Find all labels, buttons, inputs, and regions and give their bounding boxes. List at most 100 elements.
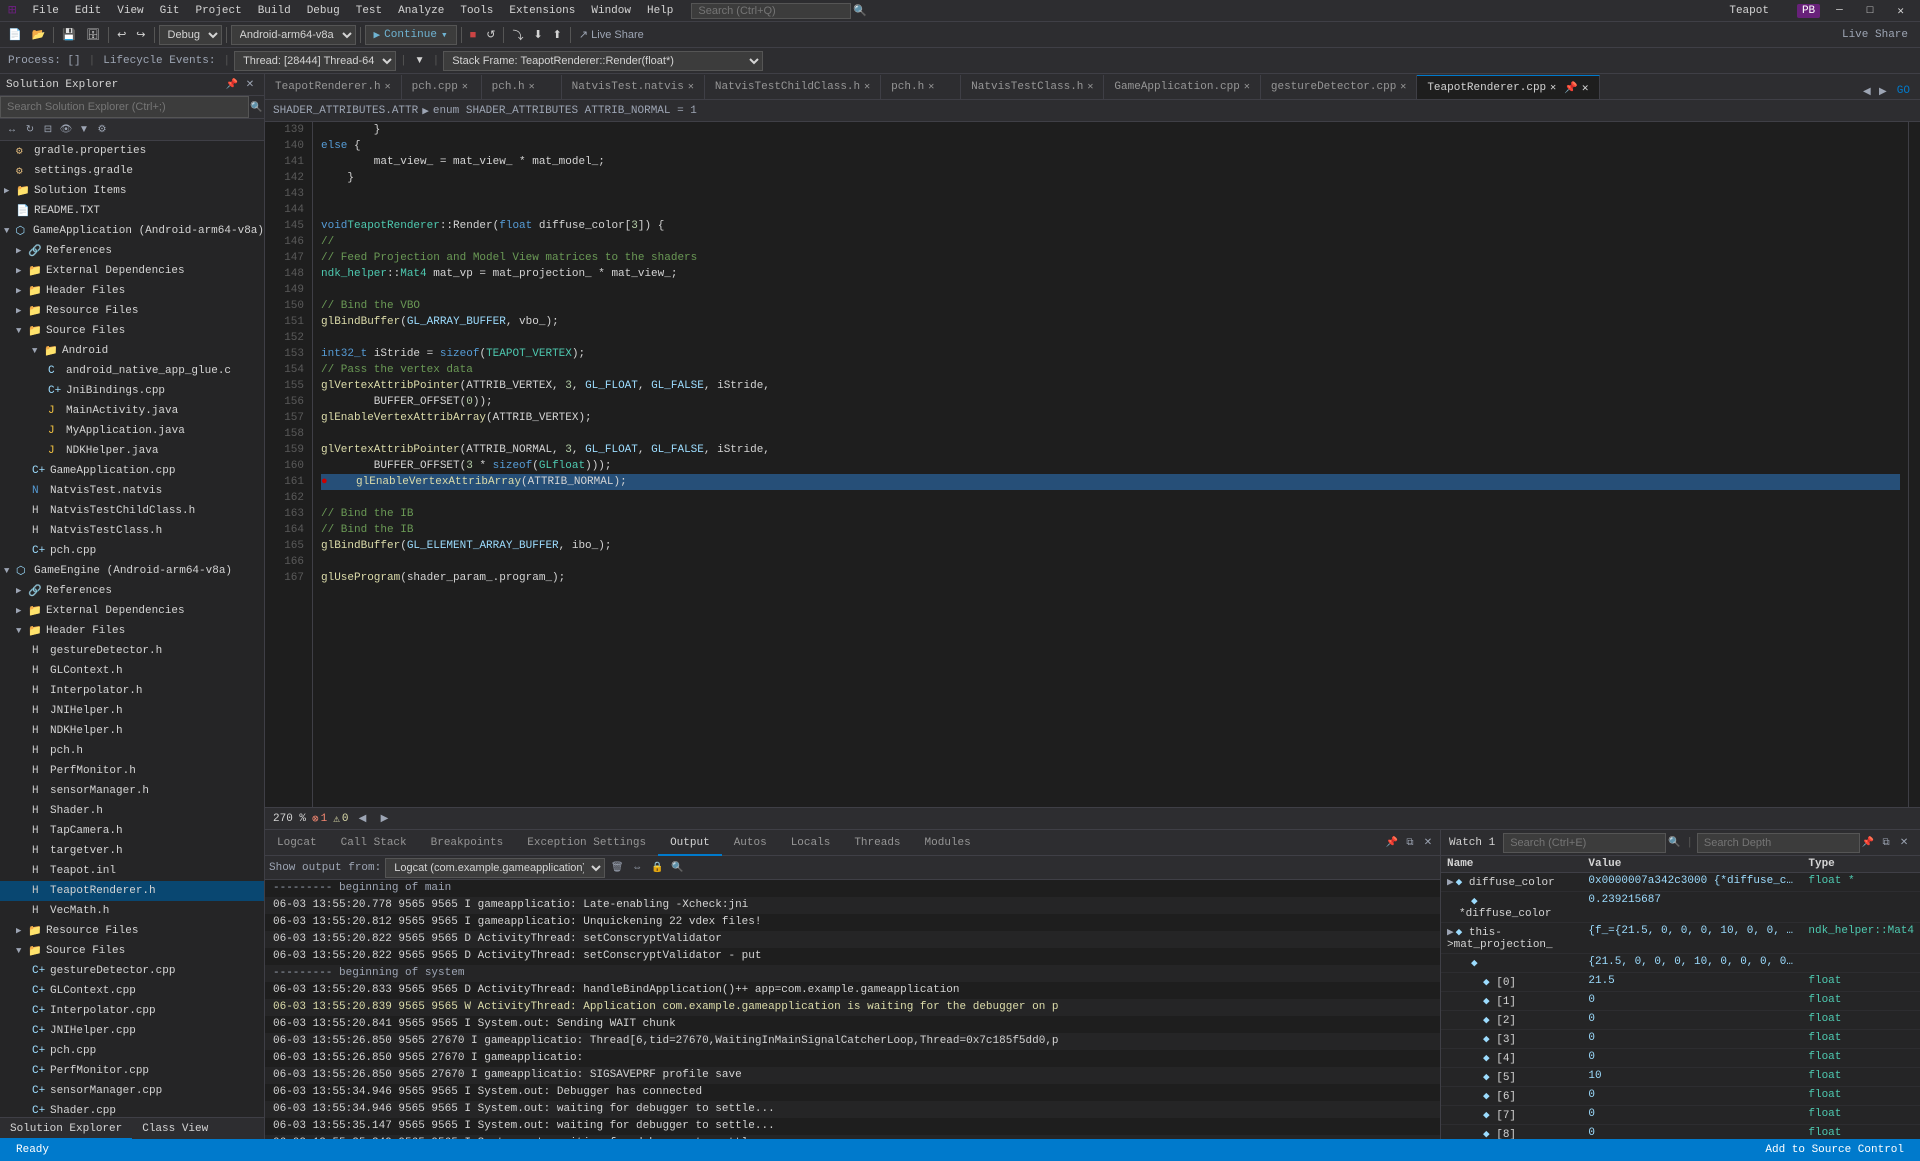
tab-class-view[interactable]: Class View — [132, 1118, 218, 1140]
open-btn[interactable]: 📂 — [28, 24, 50, 46]
tab-pin-icon[interactable]: 📌 — [1564, 81, 1578, 95]
tree-item-teapot-inl[interactable]: H Teapot.inl — [0, 861, 264, 881]
tree-item-android-folder[interactable]: ▼ 📁 Android — [0, 341, 264, 361]
tree-item-readme[interactable]: 📄 README.TXT — [0, 201, 264, 221]
watch-row[interactable]: ◆ {21.5, 0, 0, 0, 10, 0, 0, 0, 0, -1.001… — [1441, 954, 1920, 973]
tree-item-resource-files-ge[interactable]: ▶ 📁 Resource Files — [0, 921, 264, 941]
tree-item-pch-h[interactable]: H pch.h — [0, 741, 264, 761]
tree-item-jni-helper-cpp[interactable]: C+ JNIHelper.cpp — [0, 1021, 264, 1041]
code-content[interactable]: } else { mat_view_ = mat_view_ * mat_mod… — [313, 122, 1908, 807]
tab-call-stack[interactable]: Call Stack — [329, 830, 419, 856]
tab-natvis-test[interactable]: NatvisTest.natvis ✕ — [562, 75, 705, 99]
watch-search-input[interactable] — [1503, 833, 1666, 853]
tree-item-source-files-ga[interactable]: ▼ 📁 Source Files — [0, 321, 264, 341]
status-ready[interactable]: Ready — [8, 1144, 57, 1156]
watch-row[interactable]: ◆ [6]0float — [1441, 1087, 1920, 1106]
clear-output-btn[interactable]: 🗑 — [609, 860, 625, 876]
tab-solution-explorer[interactable]: Solution Explorer — [0, 1118, 132, 1140]
breadcrumb-part-1[interactable]: SHADER_ATTRIBUTES.ATTR — [273, 105, 418, 117]
tree-item-glcontext-cpp[interactable]: C+ GLContext.cpp — [0, 981, 264, 1001]
menu-edit[interactable]: Edit — [67, 0, 109, 22]
close-tab-icon[interactable]: ✕ — [1244, 81, 1250, 93]
watch-close-btn[interactable]: ✕ — [1896, 835, 1912, 851]
pin-panel-btn[interactable]: 📌 — [1384, 835, 1400, 851]
se-show-all-btn[interactable]: 👁 — [58, 122, 74, 138]
tab-pch-h[interactable]: pch.h ✕ — [482, 75, 562, 99]
nav-forward-btn[interactable]: ▶ — [376, 811, 392, 827]
se-collapse-btn[interactable]: ⊟ — [40, 122, 56, 138]
tree-item-targetver-h[interactable]: H targetver.h — [0, 841, 264, 861]
tree-item-glcontext-h[interactable]: H GLContext.h — [0, 661, 264, 681]
tree-item-game-engine[interactable]: ▼ ⬡ GameEngine (Android-arm64-v8a) — [0, 561, 264, 581]
tree-item-interpolator-h[interactable]: H Interpolator.h — [0, 681, 264, 701]
tree-item-ndk-helper-h[interactable]: H NDKHelper.h — [0, 721, 264, 741]
menu-build[interactable]: Build — [250, 0, 299, 22]
tree-item-solution-items[interactable]: ▶ 📁 Solution Items — [0, 181, 264, 201]
close-tab-icon[interactable]: ✕ — [864, 81, 870, 93]
tree-item-teapot-renderer-h[interactable]: H TeapotRenderer.h — [0, 881, 264, 901]
tab-exception-settings[interactable]: Exception Settings — [515, 830, 658, 856]
tree-item-pch-cpp-ge[interactable]: C+ pch.cpp — [0, 1041, 264, 1061]
tree-item-resource-files-ga[interactable]: ▶ 📁 Resource Files — [0, 301, 264, 321]
step-into-btn[interactable]: ⬇ — [529, 24, 546, 46]
tab-natvis-class[interactable]: NatvisTestClass.h ✕ — [961, 75, 1104, 99]
watch-row[interactable]: ◆ *diffuse_color0.239215687 — [1441, 892, 1920, 923]
tab-natvis-child[interactable]: NatvisTestChildClass.h ✕ — [705, 75, 881, 99]
tree-item-header-files-ga[interactable]: ▶ 📁 Header Files — [0, 281, 264, 301]
tree-item-tap-camera-h[interactable]: H TapCamera.h — [0, 821, 264, 841]
close-btn[interactable]: ✕ — [1889, 4, 1912, 18]
tree-item-perf-monitor-cpp[interactable]: C+ PerfMonitor.cpp — [0, 1061, 264, 1081]
close-tab-icon[interactable]: ✕ — [1087, 81, 1093, 93]
find-in-output-btn[interactable]: 🔍 — [669, 860, 685, 876]
menu-project[interactable]: Project — [187, 0, 249, 22]
tab-modules[interactable]: Modules — [913, 830, 983, 856]
scroll-lock-btn[interactable]: 🔒 — [649, 860, 665, 876]
menu-help[interactable]: Help — [639, 0, 681, 22]
tab-pch-cpp[interactable]: pch.cpp ✕ — [402, 75, 482, 99]
watch-row[interactable]: ◆ [7]0float — [1441, 1106, 1920, 1125]
tree-item-settings-gradle[interactable]: ⚙ settings.gradle — [0, 161, 264, 181]
tree-item-jni-bindings[interactable]: C+ JniBindings.cpp — [0, 381, 264, 401]
close-tab-icon[interactable]: ✕ — [1400, 81, 1406, 93]
tab-pch-h2[interactable]: pch.h ✕ — [881, 75, 961, 99]
float-panel-btn[interactable]: ⧉ — [1402, 835, 1418, 851]
close-panel-btn[interactable]: ✕ — [1420, 835, 1436, 851]
debug-config-dropdown[interactable]: Debug — [159, 25, 222, 45]
platform-dropdown[interactable]: Android-arm64-v8a — [231, 25, 356, 45]
tree-item-external-deps-ga[interactable]: ▶ 📁 External Dependencies — [0, 261, 264, 281]
tab-locals[interactable]: Locals — [779, 830, 843, 856]
tab-teapot-renderer-cpp[interactable]: TeapotRenderer.cpp ✕ 📌 ✕ — [1417, 75, 1599, 99]
watch-row[interactable]: ◆ [5]10float — [1441, 1068, 1920, 1087]
save-all-btn[interactable]: 🗄 — [82, 24, 104, 46]
scroll-tabs-right[interactable]: ▶ — [1875, 83, 1891, 99]
tree-item-header-files-ge[interactable]: ▼ 📁 Header Files — [0, 621, 264, 641]
tab-teapot-renderer-h[interactable]: TeapotRenderer.h ✕ — [265, 75, 402, 99]
menu-tools[interactable]: Tools — [452, 0, 501, 22]
tree-item-external-deps-ge[interactable]: ▶ 📁 External Dependencies — [0, 601, 264, 621]
se-filter-btn[interactable]: ▼ — [76, 122, 92, 138]
watch-row[interactable]: ◆ [2]0float — [1441, 1011, 1920, 1030]
watch-row[interactable]: ◆ [4]0float — [1441, 1049, 1920, 1068]
close-tab-icon[interactable]: ✕ — [1550, 82, 1556, 94]
code-editor[interactable]: 1391401411421431441451461471481491501511… — [265, 122, 1920, 807]
menu-file[interactable]: File — [24, 0, 66, 22]
tree-item-sensor-manager-h[interactable]: H sensorManager.h — [0, 781, 264, 801]
search-depth-input[interactable] — [1697, 833, 1860, 853]
tree-item-my-application[interactable]: J MyApplication.java — [0, 421, 264, 441]
tree-item-gesture-detector-h[interactable]: H gestureDetector.h — [0, 641, 264, 661]
tree-item-main-activity[interactable]: J MainActivity.java — [0, 401, 264, 421]
se-settings-btn[interactable]: ⚙ — [94, 122, 110, 138]
output-content[interactable]: --------- beginning of main06-03 13:55:2… — [265, 880, 1440, 1139]
tree-item-natvis-test[interactable]: N NatvisTest.natvis — [0, 481, 264, 501]
editor-scrollbar-track[interactable] — [1908, 122, 1920, 807]
save-btn[interactable]: 💾 — [58, 24, 80, 46]
tree-item-vec-math-h[interactable]: H VecMath.h — [0, 901, 264, 921]
close-tab-icon[interactable]: ✕ — [688, 81, 694, 93]
close-tab-icon[interactable]: ✕ — [529, 81, 535, 93]
expand-icon[interactable]: ▶ — [1447, 927, 1454, 939]
zoom-level[interactable]: 270 % — [273, 813, 306, 825]
watch-row[interactable]: ◆ [0]21.5float — [1441, 973, 1920, 992]
se-refresh-btn[interactable]: ↻ — [22, 122, 38, 138]
restore-btn[interactable]: □ — [1859, 5, 1882, 17]
tree-item-game-application[interactable]: ▼ ⬡ GameApplication (Android-arm64-v8a) — [0, 221, 264, 241]
